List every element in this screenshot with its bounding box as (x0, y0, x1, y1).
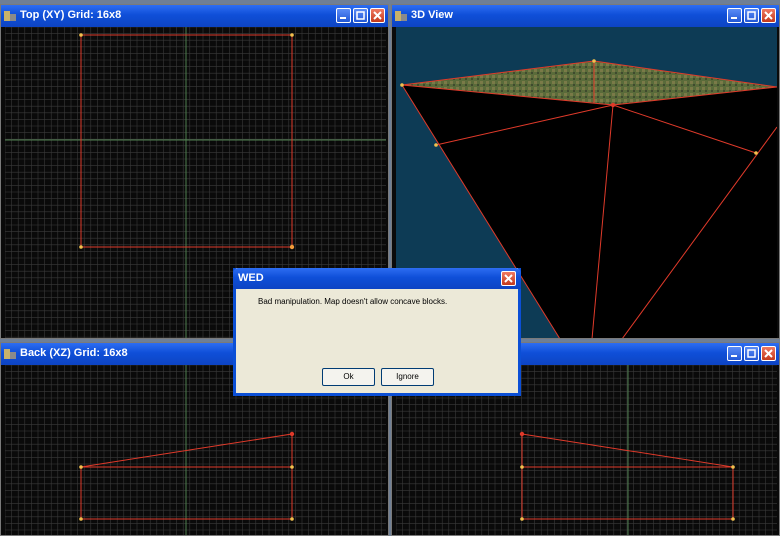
vertex[interactable] (754, 151, 758, 155)
vertex[interactable] (290, 465, 294, 469)
minimize-button[interactable] (336, 8, 351, 23)
wed-app-icon (4, 11, 16, 21)
vertex[interactable] (519, 431, 525, 437)
ok-button[interactable]: Ok (322, 368, 375, 386)
close-icon (504, 274, 513, 283)
vertex[interactable] (610, 102, 616, 108)
vertex[interactable] (434, 143, 438, 147)
maximize-button[interactable] (353, 8, 368, 23)
3d-view-titlebar[interactable]: 3D View (392, 5, 779, 27)
wed-app-icon (4, 349, 16, 359)
maximize-icon (747, 349, 756, 358)
ignore-button[interactable]: Ignore (381, 368, 434, 386)
error-dialog[interactable]: WED Bad manipulation. Map doesn't allow … (233, 268, 521, 396)
vertex[interactable] (731, 465, 735, 469)
close-icon (764, 11, 773, 20)
vertex[interactable] (592, 59, 596, 63)
minimize-button[interactable] (727, 8, 742, 23)
vertex[interactable] (290, 517, 294, 521)
back-view-title: Back (XZ) Grid: 16x8 (20, 347, 128, 359)
vertex[interactable] (520, 517, 524, 521)
3d-view-title: 3D View (411, 9, 453, 21)
minimize-icon (731, 17, 737, 19)
vertex[interactable] (79, 33, 83, 37)
maximize-button[interactable] (744, 346, 759, 361)
vertex[interactable] (289, 431, 295, 437)
maximize-icon (747, 11, 756, 20)
vertex[interactable] (79, 517, 83, 521)
maximize-button[interactable] (744, 8, 759, 23)
dialog-message: Bad manipulation. Map doesn't allow conc… (258, 297, 448, 306)
close-icon (373, 11, 382, 20)
minimize-icon (340, 17, 346, 19)
vertex[interactable] (79, 465, 83, 469)
vertex[interactable] (400, 83, 404, 87)
dialog-close-button[interactable] (501, 271, 516, 286)
wed-app-icon (395, 11, 407, 21)
vertex[interactable] (731, 517, 735, 521)
minimize-icon (731, 355, 737, 357)
vertex[interactable] (520, 465, 524, 469)
minimize-button[interactable] (727, 346, 742, 361)
vertex[interactable] (290, 33, 294, 37)
vertex[interactable] (79, 245, 83, 249)
close-button[interactable] (370, 8, 385, 23)
top-view-title: Top (XY) Grid: 16x8 (20, 9, 122, 21)
dialog-titlebar[interactable]: WED (233, 268, 521, 289)
close-button[interactable] (761, 346, 776, 361)
top-view-titlebar[interactable]: Top (XY) Grid: 16x8 (1, 5, 388, 27)
vertex[interactable] (289, 244, 295, 250)
dialog-title: WED (238, 272, 264, 284)
close-icon (764, 349, 773, 358)
close-button[interactable] (761, 8, 776, 23)
maximize-icon (356, 11, 365, 20)
